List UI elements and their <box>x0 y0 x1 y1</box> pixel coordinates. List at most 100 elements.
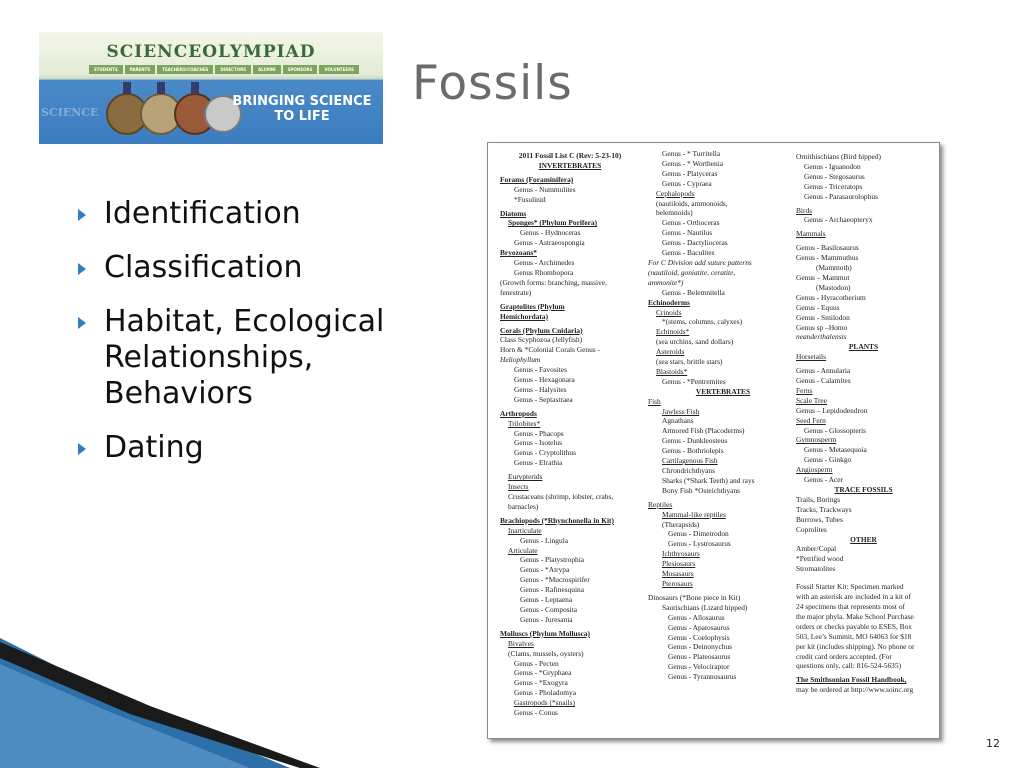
banner-watermark: SCIENCE <box>41 106 99 119</box>
fossil-list-line: Agnathans <box>662 416 694 426</box>
fossil-list-line: Genus - Astraeospongia <box>514 238 585 248</box>
fossil-list-line: (sea urchins, sand dollars) <box>656 337 734 347</box>
fossil-list-line: TRACE FOSSILS <box>834 485 893 494</box>
fossil-list-line: Genus - Iguanodon <box>804 161 861 171</box>
fossil-list-line: Fossil Starter Kit: Specimen marked <box>796 582 904 592</box>
fossil-list-line: fenestrate) <box>500 287 532 297</box>
fossil-list-line: (Mastodon) <box>816 282 851 292</box>
fossil-list-line: Genus - Rafinesquina <box>520 585 585 595</box>
fossil-list-line: Genus - Juresania <box>520 614 573 624</box>
fossil-list-line: Genus - Smilodon <box>796 312 850 322</box>
bullet-arrow-icon <box>78 317 86 329</box>
banner-nav-item[interactable]: SPONSORS <box>282 65 318 74</box>
fossil-list-line: Sponges* (Phylum Porifera) <box>508 218 598 228</box>
fossil-list-line: Genus - Pholadomya <box>514 688 576 698</box>
fossil-list-line: 503, Lee’s Summit, MO 64063 for $18 <box>796 631 912 641</box>
fossil-list-line: Genus - Nautilus <box>662 228 713 238</box>
fossil-list-line: Graptolites (Phylum <box>500 301 565 311</box>
fossil-list-line: *Petrified wood <box>796 554 844 564</box>
fossil-list-line: Genus - Nummulites <box>514 184 576 194</box>
fossil-list-line: Genus - Triceratops <box>804 181 863 191</box>
fossil-list-line: Blastoids* <box>656 366 688 376</box>
fossil-list-line: Genus - Deinonychus <box>668 642 733 652</box>
fossil-list-line: credit card orders accepted. (For <box>796 651 892 661</box>
fossil-list-line: Genus - Hexagonara <box>514 375 575 385</box>
fossil-list-line: Genus - Tyrannosaurus <box>668 672 737 682</box>
fossil-list-line: Genus - Equus <box>796 302 840 312</box>
fossil-list-line: Inarticulate <box>508 525 542 535</box>
fossil-list-line: Bryozoans* <box>500 248 537 258</box>
bullet-arrow-icon <box>78 209 86 221</box>
bullet-item: Dating <box>76 430 456 466</box>
corner-decoration <box>0 638 320 768</box>
fossil-list-line: Dinosaurs (*Bone piece in Kit) <box>648 592 741 602</box>
banner-nav-bar: STUDENTS PARENTS TEACHERS/COACHES DIRECTORS… <box>79 65 369 74</box>
fossil-list-line: Genus - Dactylioceras <box>662 238 728 248</box>
tagline-line-2: TO LIFE <box>274 109 330 124</box>
banner-nav-item[interactable]: STUDENTS <box>88 65 123 74</box>
fossil-list-line: Saurischians (Lizard hipped) <box>662 602 748 612</box>
fossil-list-line: Genus - *Atrypa <box>520 565 570 575</box>
fossil-list-line: *Fusulinid <box>514 194 546 204</box>
fossil-list-line: Jawless Fish <box>662 406 700 416</box>
fossil-list-line: Genus - Composita <box>520 604 578 614</box>
bullet-item: Habitat, Ecological Relationships, Behav… <box>76 304 456 412</box>
fossil-list-line: Ferns <box>796 385 813 395</box>
fossil-list-line: Genus - Annularia <box>796 366 851 376</box>
fossil-list-line: Genus - Dunkleosteus <box>662 436 728 446</box>
fossil-list-line: Genus - Cypraea <box>662 178 712 188</box>
fossil-list-line: Angiosperm <box>796 465 833 475</box>
bullet-text: Habitat, Ecological Relationships, Behav… <box>104 304 385 411</box>
fossil-list-line: Crustaceans (shrimp, lobster, crabs, <box>508 492 614 501</box>
fossil-list-line: Genus - Apatosaurus <box>668 622 730 632</box>
fossil-list-line: orders or checks payable to ESES, Box <box>796 621 912 631</box>
fossil-list-line: Genus - *Exogyra <box>514 678 568 688</box>
banner-nav-item[interactable]: PARENTS <box>124 65 156 74</box>
bullet-item: Identification <box>76 196 456 232</box>
fossil-list-line: Sharks (*Shark Teeth) and rays <box>662 475 755 485</box>
fossil-list-line: Genus - Calamites <box>796 376 851 386</box>
fossil-list-line: (Clams, mussels, oysters) <box>508 648 584 658</box>
fossil-list-line: Genus - Baculites <box>662 248 715 258</box>
banner-nav-item[interactable]: TEACHERS/COACHES <box>157 65 214 74</box>
fossil-list-line: Genus - Leptaena <box>520 595 573 605</box>
fossil-list-line: Genus - Archimedes <box>514 258 575 268</box>
bullet-arrow-icon <box>78 443 86 455</box>
fossil-list-line: Arthropods <box>500 408 537 418</box>
fossil-list-line: Genus - Favosites <box>514 365 567 375</box>
fossil-list-line: Ornithischians (Bird hipped) <box>796 152 881 161</box>
fossil-list-line: Chrondrichthyans <box>662 466 715 475</box>
bullet-arrow-icon <box>78 263 86 275</box>
fossil-list-line: Genus - Hydnoceras <box>520 228 581 238</box>
fossil-list-line: Corals (Phylum Cnidaria) <box>500 325 583 335</box>
fossil-list-line: Genus - Velociraptor <box>668 662 730 672</box>
fossil-list-line: Ichthyosaurs <box>662 549 700 559</box>
fossil-list-line: Mosasaurs <box>662 569 694 579</box>
fossil-list-line: the major phyla. Make School Purchase <box>796 611 914 621</box>
fossil-list-line: Genus - Elrathia <box>514 458 563 468</box>
fossil-list-line: Genus - *Mucrospirifer <box>520 575 590 585</box>
fossil-list-line: Genus - Phacops <box>514 428 564 438</box>
fossil-list-line: Bony Fish *Osteichthyans <box>662 485 741 495</box>
bullet-list: Identification Classification Habitat, Eco… <box>76 196 456 484</box>
fossil-list-line: Genus - Orthoceras <box>662 218 720 228</box>
fossil-list-line: Genus - Parasaurolophus <box>804 191 878 201</box>
banner-nav-item[interactable]: ALUMNI <box>253 65 281 74</box>
fossil-list-line: Fish <box>648 396 661 406</box>
fossil-list-line: OTHER <box>850 534 877 544</box>
fossil-list-line: Asteroids <box>656 347 685 357</box>
fossil-list-line: The Smithsonian Fossil Handbook, <box>796 675 907 685</box>
fossil-list-column-2: Genus - * Turritella Genus - * Worthenia G… <box>648 149 798 682</box>
fossil-list-line: Genus - * Turritella <box>662 149 721 158</box>
banner-nav-item[interactable]: VOLUNTEERS <box>319 65 360 74</box>
science-olympiad-banner: SCIENCEOLYMPIAD STUDENTS PARENTS TEACHERS/… <box>39 32 383 144</box>
fossil-list-line: Genus - Basilosaurus <box>796 243 859 253</box>
fossil-list-line: Genus - Dimetrodon <box>668 529 729 539</box>
bullet-text: Dating <box>104 430 204 465</box>
fossil-list-line: Armored Fish (Placoderms) <box>662 426 745 436</box>
fossil-list-line: belemnoids) <box>656 208 693 218</box>
fossil-list-line: (sea stars, brittle stars) <box>656 357 723 367</box>
fossil-list-line: Genus - Mammuthus <box>796 253 859 263</box>
fossil-list-line: Tracks, Trackways <box>796 504 852 514</box>
banner-nav-item[interactable]: DIRECTORS <box>215 65 252 74</box>
